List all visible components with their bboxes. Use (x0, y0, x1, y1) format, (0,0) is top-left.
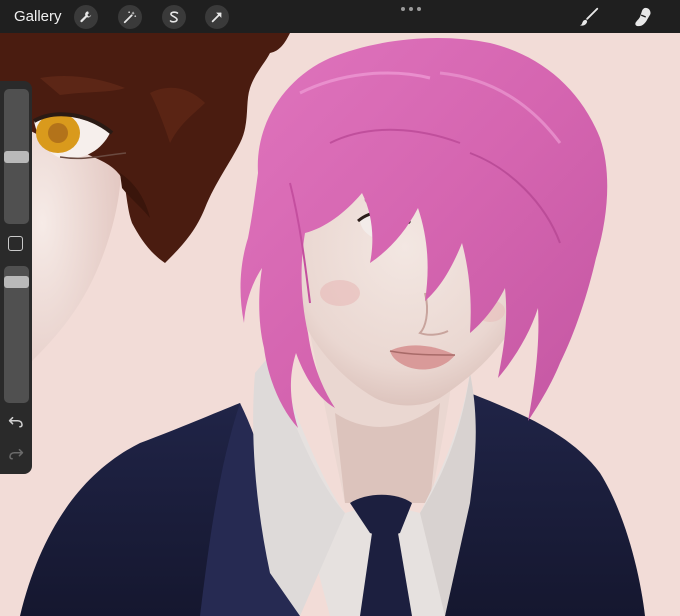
redo-icon (9, 448, 24, 460)
actions-button[interactable] (74, 5, 98, 29)
square-modify-icon[interactable] (8, 236, 23, 251)
redo-button[interactable] (7, 447, 25, 461)
brush-button[interactable] (576, 4, 602, 30)
artwork (0, 33, 680, 616)
procreate-app: Gallery (0, 0, 680, 616)
selection-s-icon (169, 11, 179, 23)
smudge-finger-icon (635, 7, 651, 27)
left-sidebar (0, 81, 32, 474)
drawing-canvas[interactable] (0, 33, 680, 616)
arrow-cursor-icon (211, 12, 222, 23)
opacity-slider[interactable] (4, 266, 29, 403)
gallery-button[interactable]: Gallery (14, 8, 62, 26)
transform-button[interactable] (205, 5, 229, 29)
selection-button[interactable] (162, 5, 186, 29)
wrench-icon (80, 11, 92, 23)
undo-icon (8, 416, 23, 428)
brush-size-thumb[interactable] (4, 151, 29, 163)
undo-button[interactable] (7, 415, 25, 429)
brush-icon (579, 7, 599, 26)
more-dots-icon[interactable] (401, 7, 421, 13)
top-toolbar: Gallery (0, 0, 680, 33)
brush-size-slider[interactable] (4, 89, 29, 224)
smudge-button[interactable] (630, 4, 656, 30)
magic-wand-icon (123, 11, 137, 24)
opacity-thumb[interactable] (4, 276, 29, 288)
adjustments-button[interactable] (118, 5, 142, 29)
